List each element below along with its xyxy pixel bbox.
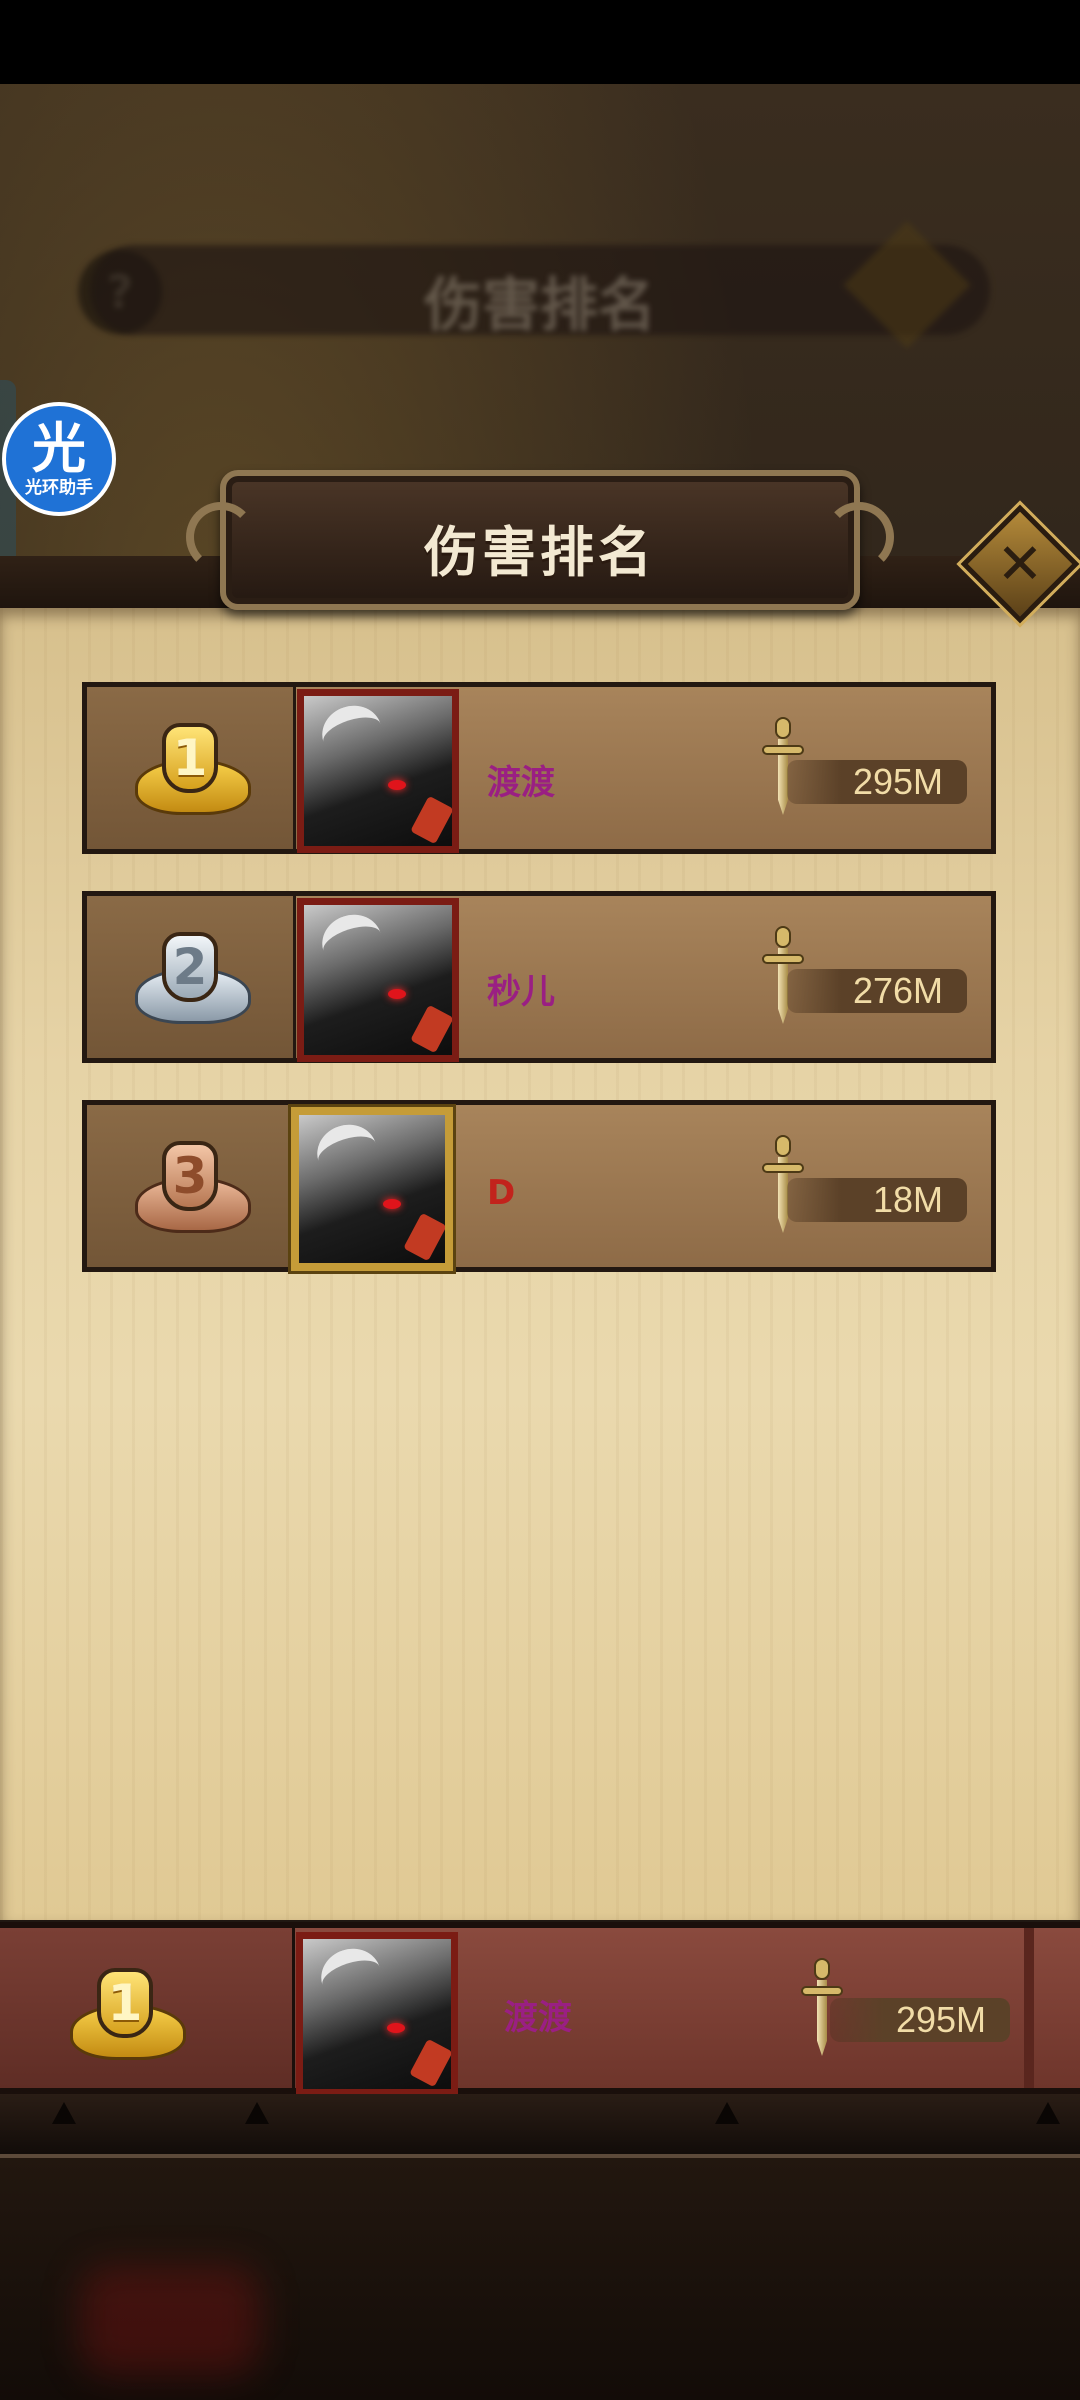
rank-number: 1	[97, 1968, 153, 2038]
rank-cell: 3	[87, 1105, 296, 1267]
silver-medal-icon: 2	[135, 932, 251, 1024]
player-name: D	[487, 1173, 516, 1213]
ranking-row-2[interactable]: 2 秒儿 276M	[82, 891, 996, 1063]
damage-value: 295M	[830, 1998, 1010, 2042]
player-avatar[interactable]	[296, 1932, 458, 2096]
dialog-title: 伤害排名	[424, 521, 656, 584]
close-icon[interactable]: ✕	[978, 522, 1062, 606]
status-bar	[0, 0, 1080, 84]
damage-value: 18M	[787, 1178, 967, 1222]
damage-value: 295M	[787, 760, 967, 804]
player-name: 渡渡	[504, 1998, 572, 2038]
rank-cell: 2	[87, 896, 296, 1058]
row-stripe	[1024, 1928, 1034, 2088]
ranking-row-3[interactable]: 3 D 18M	[82, 1100, 996, 1272]
background-blurred-element	[80, 2265, 260, 2375]
rank-number: 3	[162, 1141, 218, 1211]
assistant-label: 光环助手	[25, 478, 93, 498]
my-ranking-row: 1 渡渡 295M	[0, 1922, 1080, 2096]
player-name: 秒儿	[487, 972, 555, 1012]
assistant-float-button[interactable]: 光 光环助手	[2, 402, 116, 516]
rank-cell: 1	[87, 687, 296, 849]
player-avatar[interactable]	[297, 898, 459, 1062]
gold-medal-icon: 1	[135, 723, 251, 815]
rank-cell: 1	[0, 1928, 295, 2088]
player-avatar[interactable]	[297, 689, 459, 853]
player-name: 渡渡	[487, 763, 555, 803]
rank-number: 2	[162, 932, 218, 1002]
ranking-row-1[interactable]: 1 渡渡 295M	[82, 682, 996, 854]
assistant-logo-glyph: 光	[32, 417, 86, 480]
rank-number: 1	[162, 723, 218, 793]
player-avatar[interactable]	[291, 1107, 453, 1271]
damage-value: 276M	[787, 969, 967, 1013]
dialog-footer-border	[0, 2094, 1080, 2158]
gold-medal-icon: 1	[70, 1968, 186, 2060]
bronze-medal-icon: 3	[135, 1141, 251, 1233]
